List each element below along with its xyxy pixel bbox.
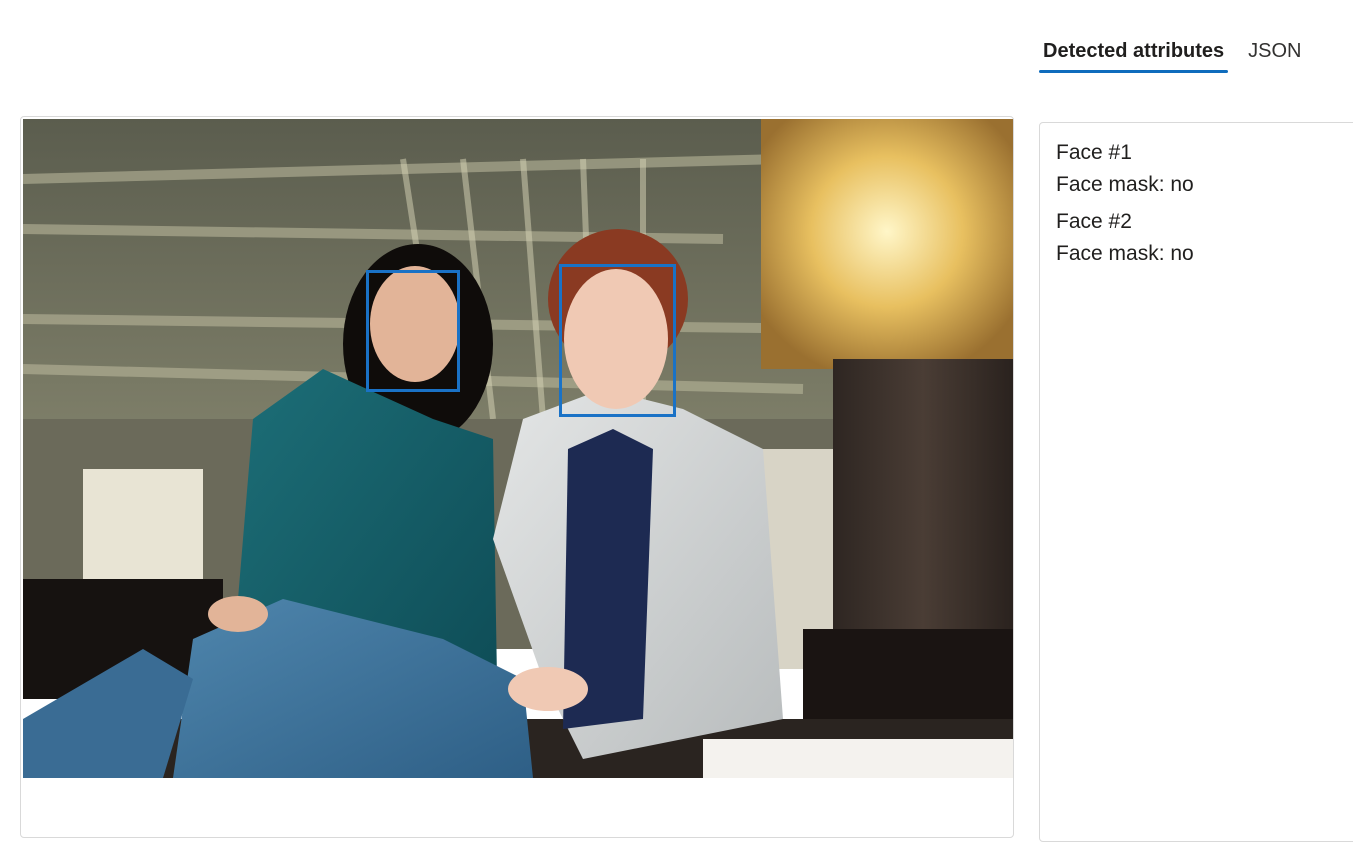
face-title: Face #2 <box>1056 210 1132 233</box>
face-box-2 <box>559 264 676 417</box>
analyzed-photo <box>23 119 1013 778</box>
face-title: Face #1 <box>1056 141 1132 164</box>
face-result-2: Face #2 Face mask: no <box>1056 206 1352 270</box>
image-panel <box>20 116 1014 838</box>
face-result-1: Face #1 Face mask: no <box>1056 137 1352 201</box>
tab-detected-attributes[interactable]: Detected attributes <box>1039 36 1229 73</box>
result-tabs: Detected attributes JSON <box>1039 36 1322 73</box>
face-mask-attribute: Face mask: no <box>1056 173 1194 196</box>
face-mask-attribute: Face mask: no <box>1056 242 1194 265</box>
face-box-1 <box>366 270 460 392</box>
tab-json[interactable]: JSON <box>1244 36 1305 73</box>
detected-attributes-panel: Face #1 Face mask: no Face #2 Face mask:… <box>1039 122 1353 842</box>
